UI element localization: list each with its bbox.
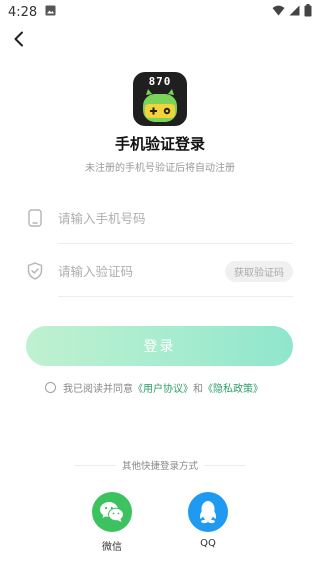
code-field: 获取验证码 — [26, 245, 293, 297]
divider-line-left — [74, 464, 116, 466]
status-bar: 4:28 — [0, 0, 320, 24]
qq-login-button[interactable]: QQ — [188, 492, 228, 549]
app-logo: 870 — [133, 72, 187, 126]
status-time: 4:28 — [8, 4, 38, 20]
qq-label: QQ — [200, 538, 216, 549]
privacy-policy-link[interactable]: 《隐私政策》 — [203, 380, 263, 395]
wechat-login-button[interactable]: 微信 — [92, 492, 132, 553]
page-title: 手机验证登录 — [114, 135, 205, 153]
battery-icon — [304, 3, 312, 21]
get-code-button[interactable]: 获取验证码 — [225, 261, 293, 282]
page-subtitle: 未注册的手机号验证后将自动注册 — [85, 163, 235, 174]
shield-icon — [26, 261, 44, 281]
phone-icon — [26, 208, 44, 228]
wechat-icon — [92, 492, 132, 532]
gallery-notification-icon — [45, 5, 56, 20]
chevron-left-icon — [12, 31, 26, 51]
agreement-and: 和 — [193, 383, 203, 395]
phone-field — [26, 192, 293, 244]
user-agreement-link[interactable]: 《用户协议》 — [133, 380, 193, 395]
code-input[interactable] — [58, 245, 218, 297]
back-button[interactable] — [8, 30, 30, 52]
qq-icon — [188, 492, 228, 532]
cellular-signal-icon — [289, 5, 300, 20]
wechat-label: 微信 — [102, 542, 122, 553]
divider-line-right — [204, 464, 247, 466]
agreement-checkbox[interactable] — [45, 381, 56, 393]
login-button[interactable]: 登录 — [26, 326, 293, 366]
other-login-label: 其他快捷登录方式 — [122, 461, 199, 472]
agreement-row: 我已阅读并同意 《用户协议》 和 《隐私政策》 — [45, 378, 263, 396]
agreement-prefix: 我已阅读并同意 — [63, 383, 133, 395]
wifi-icon — [272, 5, 285, 20]
phone-input[interactable] — [58, 192, 218, 244]
other-login-divider: 其他快捷登录方式 — [74, 458, 247, 472]
code-divider — [58, 296, 293, 297]
phone-divider — [58, 243, 293, 244]
game-controller-icon — [143, 89, 177, 122]
